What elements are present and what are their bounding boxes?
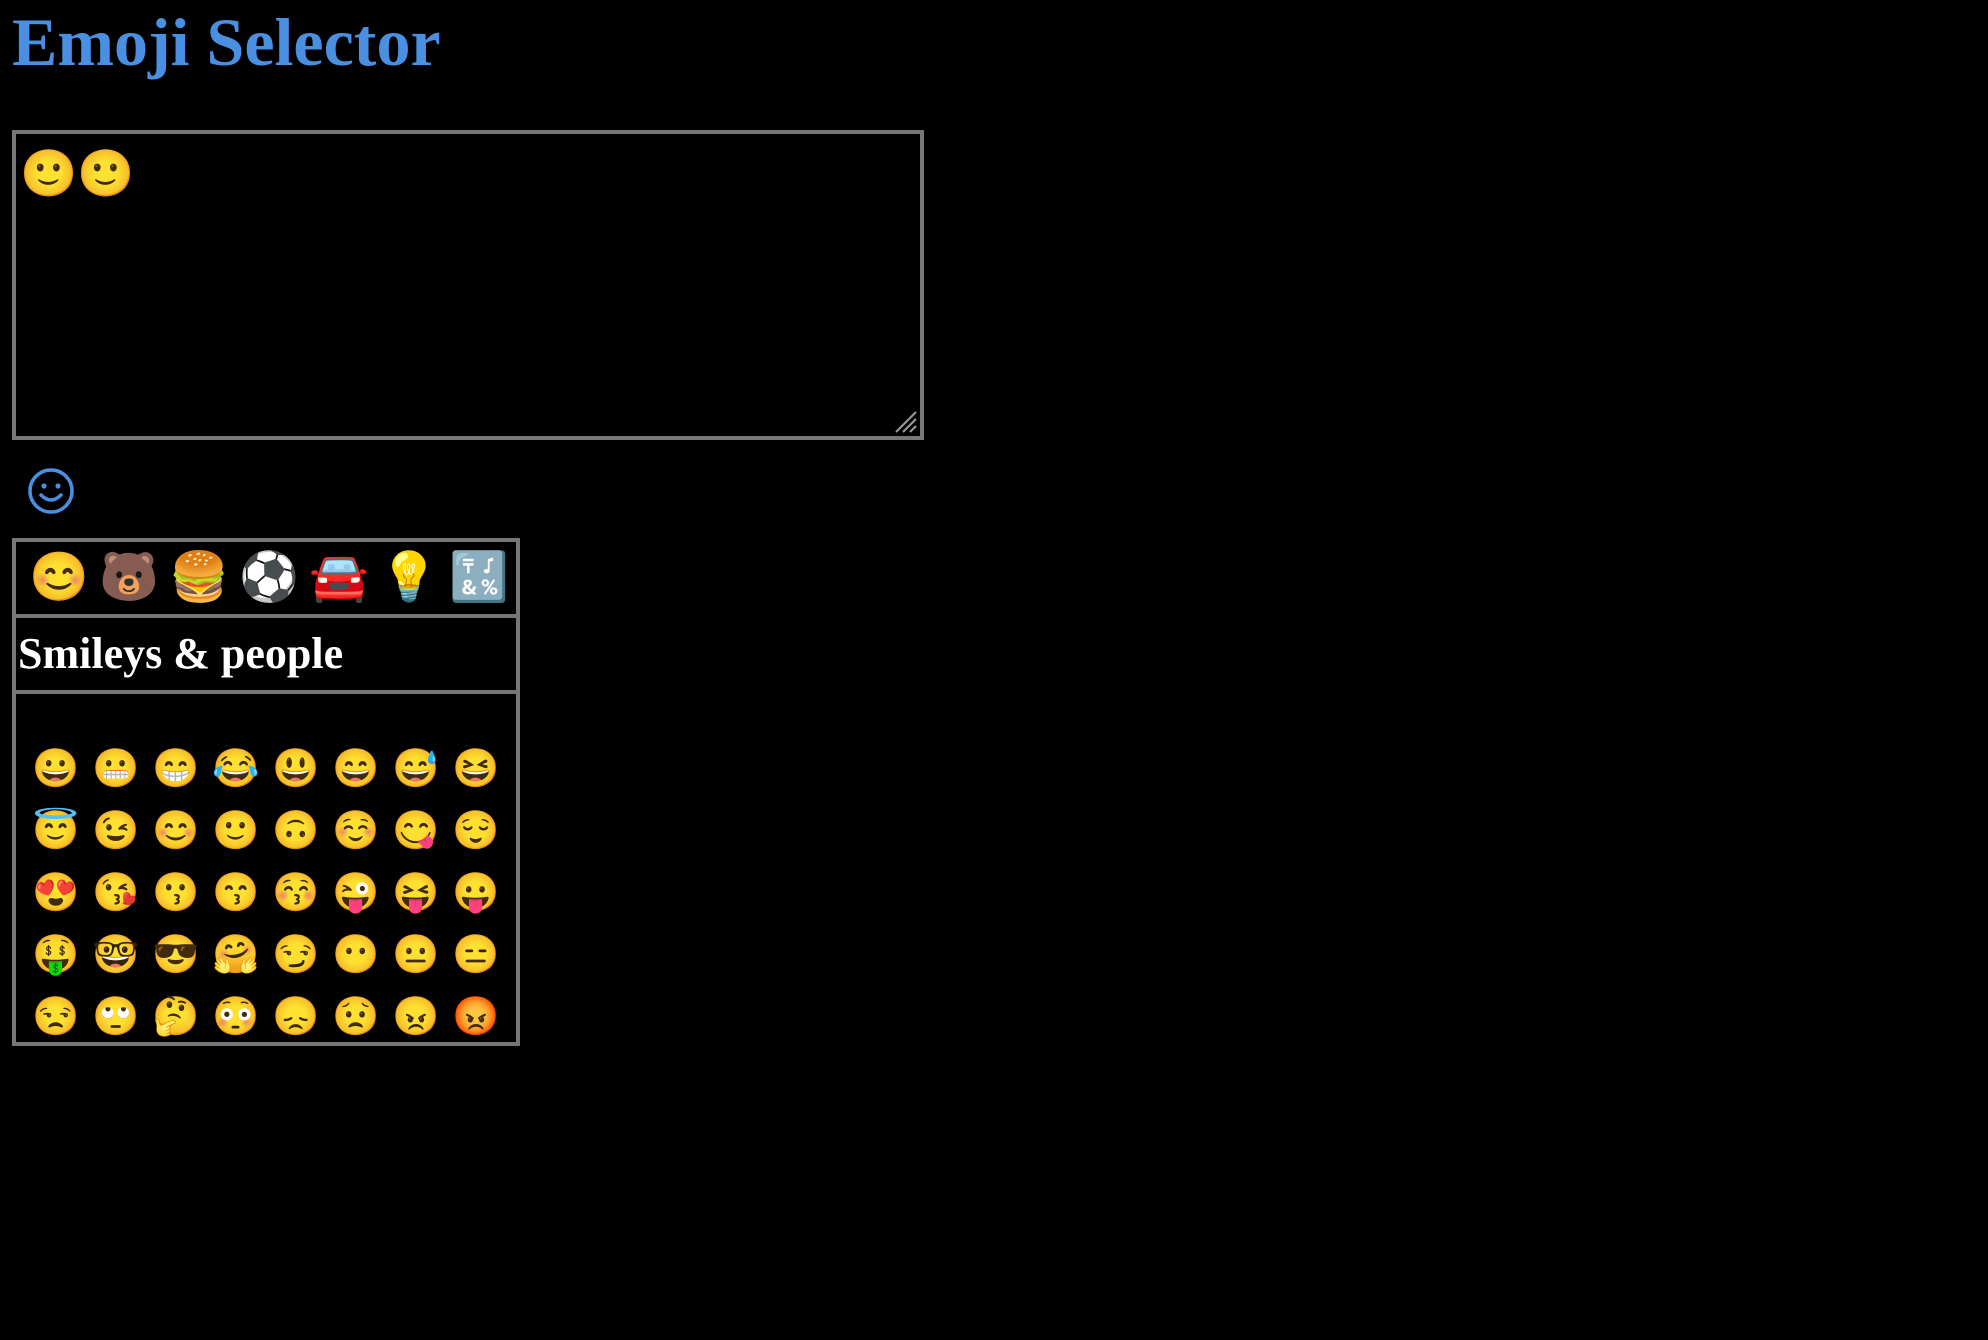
food-tab-icon: 🍔 [169, 551, 229, 604]
emoji-option[interactable]: 😂 [206, 738, 266, 800]
tab-objects[interactable]: 💡 [374, 545, 444, 611]
page-title: Emoji Selector [12, 4, 441, 80]
objects-tab-icon: 💡 [379, 551, 439, 604]
emoji-option[interactable]: ☺️ [326, 800, 386, 862]
emoji-option[interactable]: 😜 [326, 862, 386, 924]
emoji-option[interactable]: 😋 [386, 800, 446, 862]
emoji-option[interactable]: 😑 [446, 924, 506, 986]
emoji-option[interactable]: 😇 [26, 800, 86, 862]
emoji-option[interactable]: 😗 [146, 862, 206, 924]
emoji-option[interactable]: 😆 [446, 738, 506, 800]
emoji-option[interactable]: 😊 [146, 800, 206, 862]
emoji-option[interactable]: 😃 [266, 738, 326, 800]
emoji-option[interactable]: 🙃 [266, 800, 326, 862]
category-title: Smileys & people [18, 629, 344, 678]
emoji-option[interactable]: 🙂 [206, 800, 266, 862]
emoji-picker: 😊 🐻 🍔 ⚽ 🚘 💡 🔣 Smileys & people 😀 😬 😁 😂 😃 😄 😅 😆 😇… [12, 538, 520, 1046]
emoji-option[interactable]: 🤓 [86, 924, 146, 986]
emoji-option[interactable]: 😒 [26, 986, 86, 1048]
activity-tab-icon: ⚽ [239, 551, 299, 604]
emoji-grid: 😀 😬 😁 😂 😃 😄 😅 😆 😇 😉 😊 🙂 🙃 ☺️ 😋 😌 😍 😘 😗 😙 😚 😜 😝 😛 🤑 🤓 😎 🤗 😏 😶 😐 😑 😒 🙄 🤔 😳 😞 😟 😠… [16, 694, 516, 1048]
emoji-option[interactable]: 😞 [266, 986, 326, 1048]
emoji-option[interactable]: 😡 [446, 986, 506, 1048]
emoji-option[interactable]: 😉 [86, 800, 146, 862]
emoji-option[interactable]: 😍 [26, 862, 86, 924]
tab-activity[interactable]: ⚽ [234, 545, 304, 611]
emoji-option[interactable]: 🤗 [206, 924, 266, 986]
category-tabs: 😊 🐻 🍔 ⚽ 🚘 💡 🔣 [16, 542, 516, 618]
emoji-option[interactable]: 😬 [86, 738, 146, 800]
emoji-option[interactable]: 😝 [386, 862, 446, 924]
emoji-option[interactable]: 😄 [326, 738, 386, 800]
emoji-option[interactable]: 😀 [26, 738, 86, 800]
smiley-tab-icon: 😊 [29, 551, 89, 604]
emoji-option[interactable]: 😳 [206, 986, 266, 1048]
emoji-option[interactable]: 😚 [266, 862, 326, 924]
emoji-option[interactable]: 😘 [86, 862, 146, 924]
emoji-option[interactable]: 😶 [326, 924, 386, 986]
emoji-option[interactable]: 😁 [146, 738, 206, 800]
symbols-tab-icon: 🔣 [449, 551, 509, 604]
tab-animals[interactable]: 🐻 [94, 545, 164, 611]
emoji-option[interactable]: 🤑 [26, 924, 86, 986]
animal-tab-icon: 🐻 [99, 551, 159, 604]
category-header: Smileys & people [16, 618, 516, 694]
emoji-option[interactable]: 🤔 [146, 986, 206, 1048]
emoji-option[interactable]: 😛 [446, 862, 506, 924]
resize-grip-icon[interactable] [892, 408, 918, 434]
emoji-option[interactable]: 😠 [386, 986, 446, 1048]
emoji-option[interactable]: 🙄 [86, 986, 146, 1048]
emoji-option[interactable]: 😌 [446, 800, 506, 862]
emoji-toggle-button[interactable] [26, 466, 76, 516]
emoji-option[interactable]: 😙 [206, 862, 266, 924]
tab-travel[interactable]: 🚘 [304, 545, 374, 611]
travel-tab-icon: 🚘 [309, 551, 369, 604]
emoji-option[interactable]: 😅 [386, 738, 446, 800]
emoji-option[interactable]: 😟 [326, 986, 386, 1048]
textarea-content: 🙂🙂 [20, 148, 135, 199]
emoji-textarea[interactable]: 🙂🙂 [12, 130, 924, 440]
emoji-option[interactable]: 😎 [146, 924, 206, 986]
tab-symbols[interactable]: 🔣 [444, 545, 514, 611]
emoji-option[interactable]: 😐 [386, 924, 446, 986]
smiley-outline-icon [28, 468, 74, 514]
tab-food[interactable]: 🍔 [164, 545, 234, 611]
emoji-option[interactable]: 😏 [266, 924, 326, 986]
tab-smileys[interactable]: 😊 [24, 545, 94, 611]
